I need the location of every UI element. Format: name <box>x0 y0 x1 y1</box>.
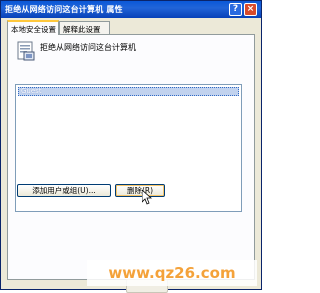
add-user-or-group-button[interactable]: 添加用户或组(U)... <box>17 184 111 197</box>
policy-icon <box>17 41 35 61</box>
tab-local-security-setting[interactable]: 本地安全设置 <box>7 20 59 35</box>
list-item[interactable]: Guest <box>18 87 239 96</box>
remove-button[interactable]: 删除(R) <box>115 184 165 197</box>
title-bar[interactable]: 拒绝从网络访问这台计算机 属性 ? × <box>1 1 261 18</box>
window-title: 拒绝从网络访问这台计算机 属性 <box>5 5 123 14</box>
help-button[interactable]: ? <box>229 3 242 16</box>
tab-panel: 拒绝从网络访问这台计算机 Guest 添加用户或组(U)... 删除(R) <box>7 34 255 293</box>
watermark: www.qz26.com <box>87 260 257 286</box>
mouse-pointer-icon <box>142 190 152 205</box>
tab-explain-setting[interactable]: 解释此设置 <box>59 21 110 34</box>
close-button[interactable]: × <box>244 3 257 16</box>
policy-name: 拒绝从网络访问这台计算机 <box>40 43 136 52</box>
properties-dialog: 拒绝从网络访问这台计算机 属性 ? × 本地安全设置 解释此设置 拒绝从网络访问… <box>0 0 262 293</box>
